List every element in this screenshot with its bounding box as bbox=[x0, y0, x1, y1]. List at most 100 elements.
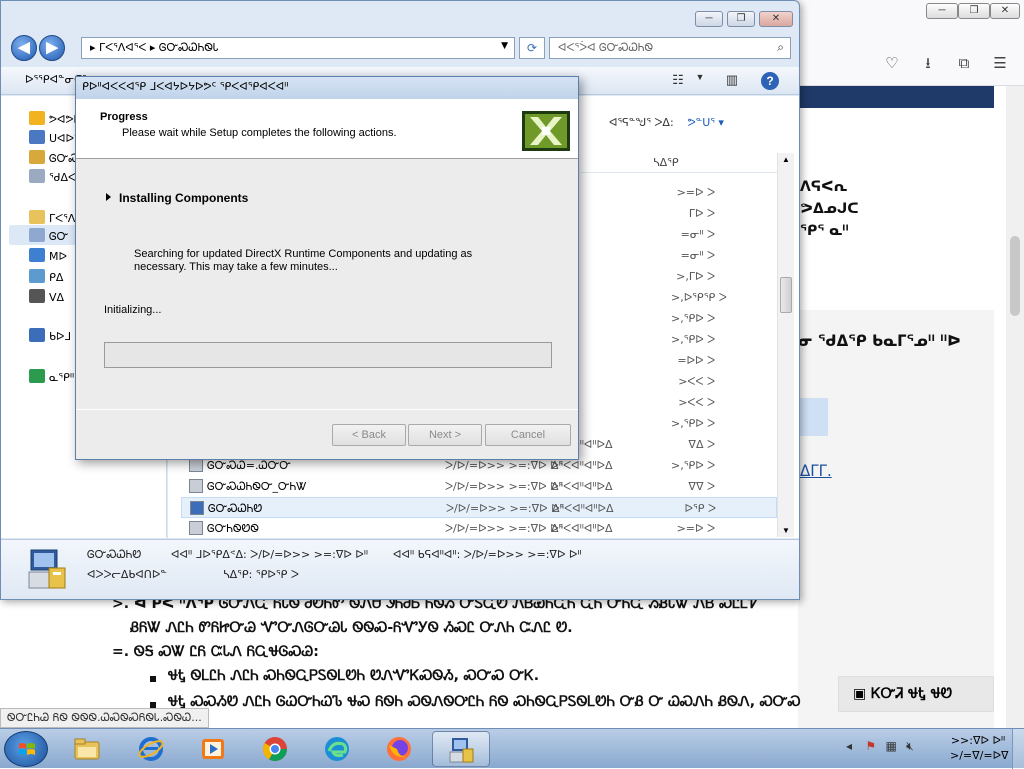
network-icon[interactable]: ▦ bbox=[885, 739, 896, 753]
file-name: ᎶᏅᏍᏇᏂᏫᏅ_ᏅᏂᏔ bbox=[207, 480, 307, 493]
page-link[interactable]: ᐃᒥᒥ. bbox=[800, 462, 832, 480]
clock-time: >>:ᐁᐅ ᐅᐦ bbox=[950, 734, 1006, 747]
taskbar-chrome[interactable] bbox=[246, 731, 304, 767]
file-type: ᐃᕐᐸᐊᐦᐊᐦᐅᐃ bbox=[551, 522, 613, 535]
file-size: >ᐸᐸ ᐳ bbox=[678, 396, 715, 409]
file-row[interactable]: ᎶᏅᏍᏇᏂᏬ ᐳ/ᐅ/=ᐅ>> >=:ᐁᐅ ᐅᐦ ᐃᕐᐸᐊᐦᐊᐦᐅᐃ ᐅᕿ ᐳ bbox=[181, 497, 777, 518]
list-item-2: =. ᏫᎦ ᏍᏔ ᏝᏲ ᏨᏓᏁ ᏲᏩᏠᎶᏍᏊ: bbox=[112, 644, 319, 660]
address-bar[interactable]: ▸ ᒥᐸᕐᐱᐊᕐᐸ ▸ ᎶᏅᏍᏇᏂᏫᏓ ▼ bbox=[81, 37, 515, 59]
close-button[interactable]: ✕ bbox=[990, 3, 1020, 19]
taskbar-ie[interactable] bbox=[122, 731, 180, 767]
nav-item[interactable]: Mᐅ bbox=[29, 248, 67, 266]
view-options-icon[interactable]: ☷ bbox=[669, 72, 687, 90]
refresh-button[interactable]: ⟳ bbox=[519, 37, 545, 59]
taskbar: ◂ ⚑ ▦ 🔇︎ >>:ᐁᐅ ᐅᐦ >/=ᐁ/=ᐅᐁ bbox=[0, 728, 1024, 769]
volume-muted-icon[interactable]: 🔇︎ bbox=[906, 739, 914, 753]
taskbar-media-player[interactable] bbox=[184, 731, 242, 767]
file-name: ᎶᏅᏍᏇᏂᏬ bbox=[208, 502, 263, 515]
nav-item[interactable]: ᑭᐃ bbox=[29, 269, 63, 287]
show-hidden-icons[interactable]: ◂ bbox=[846, 739, 852, 753]
file-name: ᎶᏅᏂᏫᏬᏫ bbox=[207, 522, 259, 535]
scrollbar-thumb[interactable] bbox=[1010, 236, 1020, 316]
back-button[interactable]: < Back bbox=[332, 424, 406, 446]
maximize-button[interactable]: ❐ bbox=[958, 3, 990, 19]
forward-button[interactable]: ▶ bbox=[39, 35, 65, 61]
search-placeholder: ᐊᐸᕐᐴᐊ ᎶᏅᏍᏇᏂᏫ bbox=[558, 41, 654, 54]
header-title: Progress bbox=[100, 111, 148, 123]
file-name: ᎶᏅᏍᏇ=.ᏇᏅᏅ bbox=[207, 459, 291, 472]
taskbar-explorer[interactable] bbox=[58, 731, 116, 767]
file-size: =ᓂᐦ ᐳ bbox=[680, 228, 715, 241]
file-size: >,ᒥᐅ ᐳ bbox=[676, 270, 715, 283]
file-row[interactable]: ᎶᏅᏍᏇᏂᏫᏅ_ᏅᏂᏔ ᐳ/ᐅ/=ᐅ>> >=:ᐁᐅ ᐅᐦ ᐃᕐᐸᐊᐦᐊᐦᐅᐃ ᐁᐁ … bbox=[181, 476, 777, 497]
nav-item[interactable]: ᑲᐅᒧ bbox=[29, 328, 71, 346]
pocket-icon[interactable]: ♡ bbox=[882, 54, 902, 74]
scroll-down-icon[interactable]: ▼ bbox=[782, 526, 790, 535]
close-button[interactable]: ✕ bbox=[759, 11, 793, 27]
file-size: >,ᕿᐅ ᐳ bbox=[671, 459, 716, 472]
column-header-size[interactable]: ᓴᐃᕿ bbox=[581, 153, 777, 173]
folder-icon bbox=[74, 738, 100, 760]
page-header-bar bbox=[798, 86, 994, 108]
bullet-item-2: ᏠᎿ ᏍᏍᏱᏬ ᏁᏝᏂ ᎶᏇᏅᏂᏇᏖ ᏠᏍ ᏲᏫᏂ ᏍᏫᏁᏫᎤᏝᏂ ᏲᏫ ᏍᏂᏫ… bbox=[168, 694, 801, 710]
clock-date: >/=ᐁ/=ᐅᐁ bbox=[950, 749, 1009, 762]
chevron-down-icon[interactable]: ▼ bbox=[501, 41, 508, 51]
preview-pane-icon[interactable]: ▥ bbox=[723, 72, 741, 90]
minimize-button[interactable]: ─ bbox=[926, 3, 958, 19]
bullet-item-1: ᏠᎿ ᏫᏞᏝᏂ ᏁᏝᏂ ᏍᏂᏫᏩᏢᏚᏫᏞᏬᏂ ᏬᏁᏉᏦᏍᏫᏱ, ᏍᏅᏍ ᏅᏦ. bbox=[168, 668, 540, 684]
media-player-icon bbox=[202, 739, 224, 759]
scrollbar-thumb[interactable] bbox=[780, 277, 792, 313]
file-icon bbox=[190, 501, 204, 515]
start-button[interactable] bbox=[4, 731, 48, 767]
back-to-top-label: ᏦᏅᏘ ᏠᎿ ᏠᏬ bbox=[871, 686, 953, 702]
divider bbox=[76, 409, 578, 410]
nav-item[interactable]: ᎶᏅ bbox=[29, 228, 68, 246]
bullet-dot bbox=[150, 676, 156, 682]
directx-logo-icon bbox=[522, 111, 570, 151]
clock[interactable]: >>:ᐁᐅ ᐅᐦ >/=ᐁ/=ᐅᐁ bbox=[950, 733, 1009, 763]
menu-icon[interactable]: ☰ bbox=[990, 54, 1010, 74]
network-warning-icon[interactable]: ⚑ bbox=[865, 739, 876, 753]
nav-item[interactable]: ᓇᕿᐦ bbox=[29, 369, 74, 387]
scroll-up-icon[interactable]: ▲ bbox=[782, 155, 790, 164]
cancel-button[interactable]: Cancel bbox=[485, 424, 571, 446]
details-type: ᐊᐳᐳᓕᐃᑲᐊᑎᐅᓐ bbox=[87, 568, 167, 581]
taskbar-firefox[interactable] bbox=[370, 731, 428, 767]
arrange-by[interactable]: ᐊᕐᕋᓐᖑᕐ ᐳᐃ: ᕗᓐᑌᕐ ▾ bbox=[609, 116, 724, 129]
back-button[interactable]: ◀ bbox=[11, 35, 37, 61]
list-item-1-continued: ᏰᏲᏔ ᏁᏝᏂ ᏛᏲᏥᏅᏊ ᏉᏅᏁᎶᏅᏊᏓ ᏫᏫᏍ-ᏲᏉᎩᏫ ᏱᏍᏝ ᏅᏁᏂ Ꮸ… bbox=[130, 620, 573, 636]
arrange-value[interactable]: ᕗᓐᑌᕐ ▾ bbox=[688, 116, 724, 129]
page-highlight-box bbox=[798, 398, 828, 436]
minimize-button[interactable]: ─ bbox=[695, 11, 723, 27]
file-date: ᐳ/ᐅ/=ᐅ>> >=:ᐁᐅ ᐅᐦ bbox=[445, 522, 563, 535]
file-icon bbox=[189, 521, 203, 535]
windows-logo-icon bbox=[19, 743, 35, 755]
details-size: ᓴᐃᕿ: ᕿᐅᕿ ᐳ bbox=[223, 568, 299, 581]
details-created: ᐊᐊᐦ ᑲᕋᐊᐦᐊᐦ: ᐳ/ᐅ/=ᐅ>> >=:ᐁᐅ ᐅᐦ bbox=[393, 548, 582, 561]
setup-icon bbox=[449, 738, 474, 763]
download-icon[interactable]: ⭳ bbox=[918, 54, 938, 74]
next-button[interactable]: Next > bbox=[408, 424, 482, 446]
search-input[interactable]: ᐊᐸᕐᐴᐊ ᎶᏅᏍᏇᏂᏫ ⌕ bbox=[549, 37, 791, 59]
details-name: ᎶᏅᏍᏇᏂᏬ bbox=[87, 548, 142, 561]
help-icon[interactable]: ? bbox=[761, 72, 779, 90]
nav-item[interactable]: ᐯᐃ bbox=[29, 289, 64, 307]
file-list-scrollbar[interactable]: ▲ ▼ bbox=[777, 153, 794, 537]
nav-item-label: ᓇᕿᐦ bbox=[49, 371, 75, 384]
file-row[interactable]: ᎶᏅᏂᏫᏬᏫ ᐳ/ᐅ/=ᐅ>> >=:ᐁᐅ ᐅᐦ ᐃᕐᐸᐊᐦᐊᐦᐅᐃ >=ᐅ ᐳ bbox=[181, 518, 777, 539]
page-section-heading: ᓂ ᖁᐃᕿ ᑲᓇᒥᕐᓄᐦ ᐦᐅ bbox=[798, 332, 961, 350]
file-size: >=ᐅ ᐳ bbox=[676, 186, 715, 199]
dialog-title: ᑭᐅᐦᐊᐸᐸᐊᕿ ᒧᐸᐊᔭᐅᔭᐅᕗᑦ ᕿᐸᐊᕿᐊᐸᐊᐦ bbox=[76, 77, 578, 99]
taskbar-edge[interactable] bbox=[308, 731, 366, 767]
chevron-down-icon[interactable]: ▼ bbox=[691, 72, 709, 90]
browser-scrollbar[interactable] bbox=[1006, 86, 1024, 728]
back-to-top-button[interactable]: ▣ ᏦᏅᏘ ᏠᎿ ᏠᏬ bbox=[838, 676, 994, 712]
taskbar-setup[interactable] bbox=[432, 731, 490, 767]
section-heading: Installing Components bbox=[106, 191, 248, 205]
file-size: >,ᕿᐅ ᐳ bbox=[671, 312, 716, 325]
maximize-button[interactable]: ❐ bbox=[727, 11, 755, 27]
arrow-right-icon bbox=[106, 193, 111, 201]
extensions-icon[interactable]: ⧉ bbox=[954, 54, 974, 74]
show-desktop-button[interactable] bbox=[1012, 729, 1024, 769]
nav-item-icon bbox=[29, 248, 45, 262]
